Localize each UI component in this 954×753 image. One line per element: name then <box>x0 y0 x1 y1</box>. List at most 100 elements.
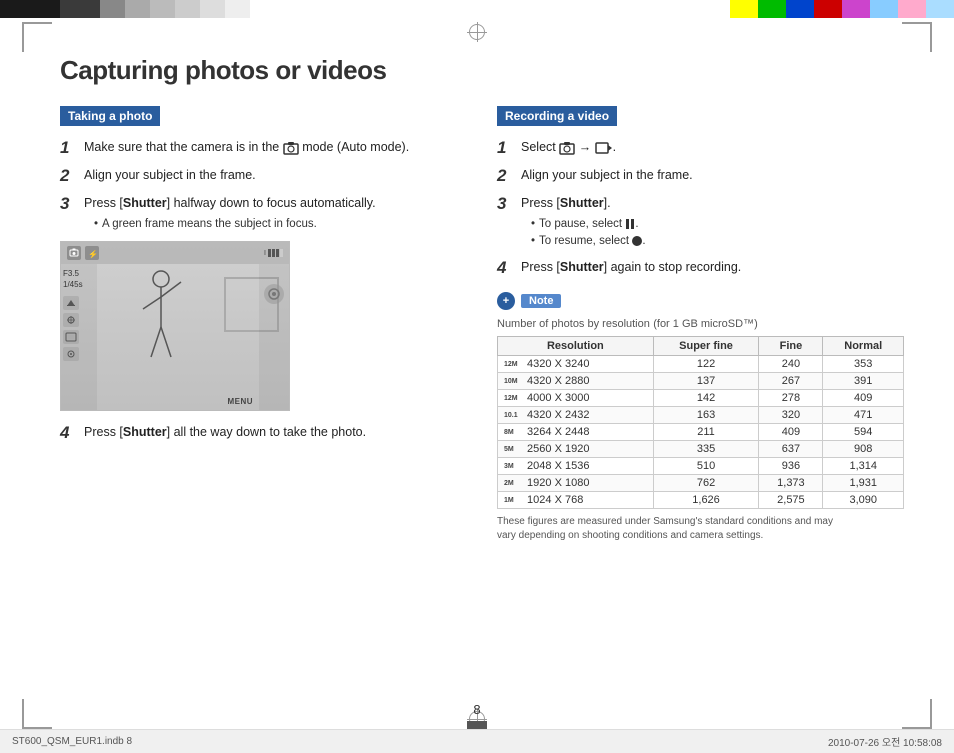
left-step-2: 2 Align your subject in the frame. <box>60 166 467 186</box>
fine-cell: 2,575 <box>759 492 823 509</box>
color-swatch-black <box>0 0 60 18</box>
date-info: 2010-07-26 오전 10:58:08 <box>828 734 942 749</box>
superfine-cell: 510 <box>653 458 759 475</box>
fine-cell: 409 <box>759 424 823 441</box>
superfine-cell: 137 <box>653 373 759 390</box>
step-1-number: 1 <box>60 138 78 158</box>
fine-cell: 1,373 <box>759 475 823 492</box>
note-footer: These figures are measured under Samsung… <box>497 515 904 543</box>
step-4-text: Press [Shutter] all the way down to take… <box>84 423 366 442</box>
camera-preview-inner: ⚡ I <box>61 242 289 410</box>
cam-icons-right: I <box>264 249 283 257</box>
page-title: Capturing photos or videos <box>60 55 904 86</box>
res-cell: 1M 1024 X 768 <box>498 492 654 509</box>
right-step-3: 3 Press [Shutter]. To pause, select . To… <box>497 194 904 250</box>
fine-cell: 320 <box>759 407 823 424</box>
table-row: 12M 4000 X 3000 142 278 409 <box>498 390 904 407</box>
col-header-resolution: Resolution <box>498 337 654 356</box>
svg-text:⚡: ⚡ <box>88 249 97 258</box>
camera-icon-inline <box>559 141 575 155</box>
color-bar-top <box>0 0 954 18</box>
pause-icon <box>625 218 635 230</box>
table-row: 12M 4320 X 3240 122 240 353 <box>498 356 904 373</box>
normal-cell: 1,314 <box>823 458 904 475</box>
table-row: 10.1 4320 X 2432 163 320 471 <box>498 407 904 424</box>
corner-mark-tr <box>902 22 932 52</box>
superfine-cell: 335 <box>653 441 759 458</box>
step-3-number: 3 <box>60 194 78 214</box>
video-icon-inline <box>595 141 613 155</box>
superfine-cell: 1,626 <box>653 492 759 509</box>
table-row: 1M 1024 X 768 1,626 2,575 3,090 <box>498 492 904 509</box>
table-row: 8M 3264 X 2448 211 409 594 <box>498 424 904 441</box>
cam-top-bar: ⚡ I <box>61 242 289 264</box>
step-2-number: 2 <box>60 166 78 186</box>
normal-cell: 471 <box>823 407 904 424</box>
cam-btn-3 <box>63 330 79 344</box>
fine-cell: 278 <box>759 390 823 407</box>
note-icon: + <box>497 292 515 310</box>
cam-menu-text: MENU <box>227 397 253 406</box>
right-step-2-text: Align your subject in the frame. <box>521 166 693 185</box>
note-subtitle: (for 1 GB microSD™) <box>653 318 758 330</box>
fine-cell: 936 <box>759 458 823 475</box>
color-swatches <box>730 0 954 18</box>
right-step-1-number: 1 <box>497 138 515 158</box>
superfine-cell: 122 <box>653 356 759 373</box>
note-section: + Note Number of photos by resolution (f… <box>497 292 904 543</box>
step-3-text: Press [Shutter] halfway down to focus au… <box>84 194 376 233</box>
right-step-3-number: 3 <box>497 194 515 214</box>
right-column: Recording a video 1 Select → . <box>497 106 904 543</box>
left-step-3: 3 Press [Shutter] halfway down to focus … <box>60 194 467 233</box>
res-cell: 5M 2560 X 1920 <box>498 441 654 458</box>
cam-battery: I <box>264 249 283 257</box>
normal-cell: 908 <box>823 441 904 458</box>
table-row: 3M 2048 X 1536 510 936 1,314 <box>498 458 904 475</box>
table-row: 5M 2560 X 1920 335 637 908 <box>498 441 904 458</box>
normal-cell: 391 <box>823 373 904 390</box>
cam-icon-1 <box>67 246 81 260</box>
bottom-bar: ST600_QSM_EUR1.indb 8 2010-07-26 오전 10:5… <box>0 729 954 753</box>
cross-mark-top <box>467 22 487 42</box>
page-number-bar <box>467 721 487 729</box>
res-cell: 12M 4000 X 3000 <box>498 390 654 407</box>
main-content: Capturing photos or videos Taking a phot… <box>60 55 904 693</box>
cam-bottom-bar: MENU <box>97 392 259 410</box>
corner-mark-bl <box>22 699 52 729</box>
col-header-normal: Normal <box>823 337 904 356</box>
step-4-number: 4 <box>60 423 78 443</box>
right-step-2-number: 2 <box>497 166 515 186</box>
col-header-fine: Fine <box>759 337 823 356</box>
cam-left-panel: F3.51/45s <box>61 264 97 410</box>
res-cell: 3M 2048 X 1536 <box>498 458 654 475</box>
stop-icon <box>632 236 642 246</box>
normal-cell: 353 <box>823 356 904 373</box>
normal-cell: 3,090 <box>823 492 904 509</box>
fine-cell: 637 <box>759 441 823 458</box>
cam-icons-left: ⚡ <box>67 246 99 260</box>
right-step-3-text: Press [Shutter]. To pause, select . To r… <box>521 194 646 250</box>
normal-cell: 409 <box>823 390 904 407</box>
step-1-text: Make sure that the camera is in the mode… <box>84 138 409 157</box>
cam-round-btn <box>264 284 284 304</box>
note-header: + Note <box>497 292 904 310</box>
fine-cell: 267 <box>759 373 823 390</box>
resolution-table: Resolution Super fine Fine Normal 12M 43… <box>497 336 904 509</box>
cam-right-panel <box>259 264 289 410</box>
superfine-cell: 762 <box>653 475 759 492</box>
col-header-superfine: Super fine <box>653 337 759 356</box>
superfine-cell: 163 <box>653 407 759 424</box>
right-step-1-text: Select → . <box>521 138 616 157</box>
right-step-4-number: 4 <box>497 258 515 278</box>
res-cell: 12M 4320 X 3240 <box>498 356 654 373</box>
left-step-4: 4 Press [Shutter] all the way down to ta… <box>60 423 467 443</box>
cam-btn-2 <box>63 313 79 327</box>
subject-figure <box>131 267 191 387</box>
superfine-cell: 142 <box>653 390 759 407</box>
corner-mark-tl <box>22 22 52 52</box>
color-swatch-dark <box>60 0 100 18</box>
right-step-2: 2 Align your subject in the frame. <box>497 166 904 186</box>
cam-btn-1 <box>63 296 79 310</box>
res-cell: 2M 1920 X 1080 <box>498 475 654 492</box>
corner-mark-br <box>902 699 932 729</box>
